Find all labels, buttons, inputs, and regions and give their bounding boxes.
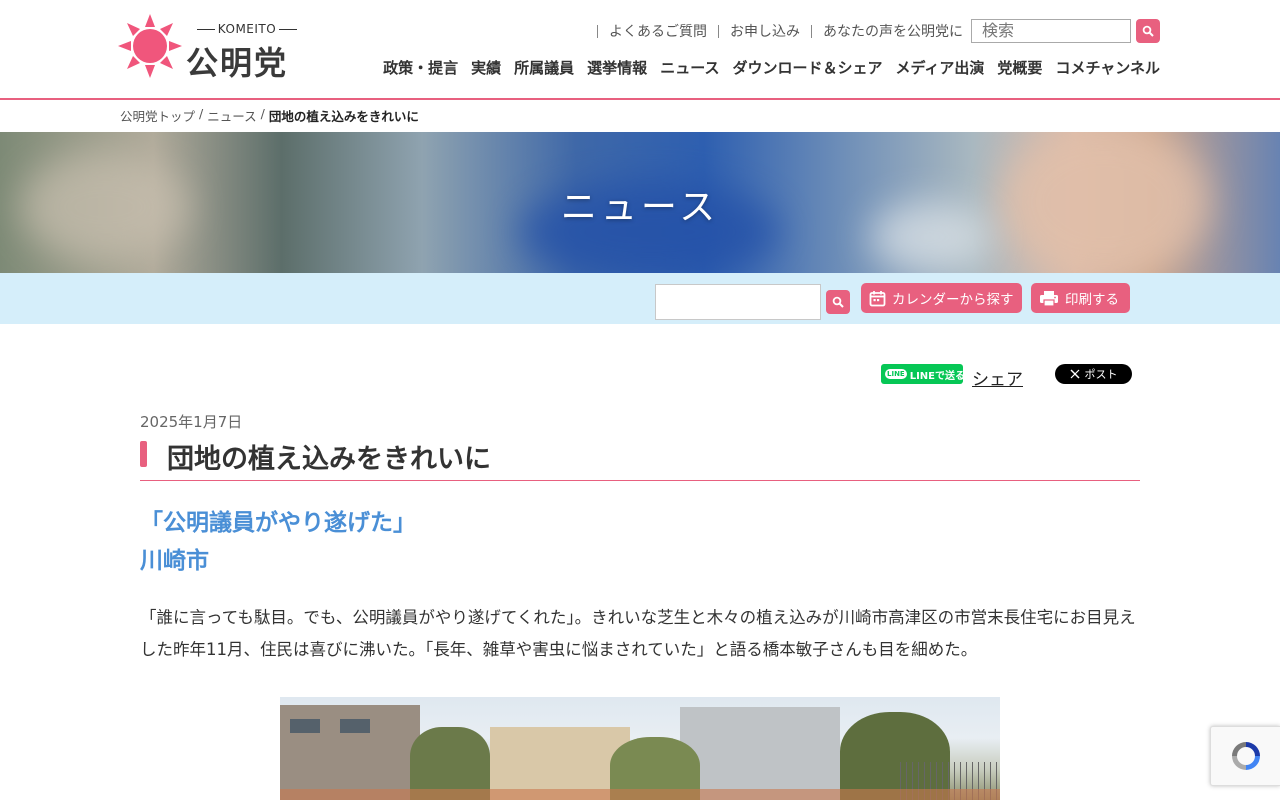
facebook-share-link[interactable]: シェア: [972, 365, 1023, 390]
line-share-button[interactable]: LINE LINEで送る: [881, 364, 966, 384]
calendar-search-button[interactable]: カレンダーから探す: [861, 283, 1022, 313]
news-search-button[interactable]: [826, 290, 850, 314]
calendar-icon: [869, 290, 886, 306]
main-nav: 政策・提言 実績 所属議員 選挙情報 ニュース ダウンロード＆シェア メディア出…: [383, 57, 1160, 78]
article-date: 2025年1月7日: [140, 413, 243, 431]
calendar-button-label: カレンダーから探す: [892, 292, 1014, 308]
print-button-label: 印刷する: [1065, 292, 1119, 308]
subheading-line-1: 「公明議員がやり遂げた」: [140, 510, 416, 536]
komeito-logo[interactable]: KOMEITO 公明党: [118, 12, 318, 82]
breadcrumb-home[interactable]: 公明党トップ: [120, 106, 195, 125]
title-accent-bar: [140, 441, 147, 467]
hero-title: ニュース: [560, 187, 720, 228]
line-share-label: LINEで送る: [909, 370, 966, 382]
x-post-button[interactable]: ポスト: [1055, 364, 1132, 384]
news-toolbar: カレンダーから探す 印刷する: [0, 273, 1280, 324]
photo-ground: [280, 789, 1000, 800]
divider: [811, 24, 812, 38]
nav-komechannel[interactable]: コメチャンネル: [1055, 57, 1160, 78]
line-icon: LINE: [885, 369, 907, 379]
divider: [718, 24, 719, 38]
x-logo-icon: [1069, 369, 1080, 379]
nav-media[interactable]: メディア出演: [895, 57, 984, 78]
article-paragraph: 「誰に言っても駄目。でも、公明議員がやり遂げてくれた」。きれいな芝生と木々の植え…: [140, 608, 1136, 659]
site-search-input[interactable]: 検索: [971, 19, 1131, 43]
subheading-line-2: 川崎市: [140, 548, 209, 574]
photo-building: [290, 719, 320, 733]
nav-elections[interactable]: 選挙情報: [587, 57, 647, 78]
recaptcha-badge[interactable]: [1210, 726, 1280, 786]
nav-achievements[interactable]: 実績: [471, 57, 501, 78]
breadcrumb-news[interactable]: ニュース: [207, 106, 256, 125]
apply-link[interactable]: お申し込み: [730, 21, 800, 41]
logo-name: 公明党: [186, 44, 289, 82]
nav-download-share[interactable]: ダウンロード＆シェア: [732, 57, 882, 78]
sun-logo-icon: [118, 14, 182, 78]
site-search-button[interactable]: [1136, 19, 1160, 43]
search-icon: [832, 296, 844, 308]
breadcrumb-separator: /: [199, 106, 204, 121]
divider: [597, 24, 598, 38]
nav-about[interactable]: 党概要: [997, 57, 1042, 78]
print-button[interactable]: 印刷する: [1031, 283, 1130, 313]
printer-icon: [1040, 290, 1058, 307]
x-post-label: ポスト: [1084, 368, 1118, 381]
article-subheading: 「公明議員がやり遂げた」 川崎市: [140, 504, 416, 580]
faq-link[interactable]: よくあるご質問: [609, 21, 707, 41]
breadcrumb-current: 団地の植え込みをきれいに: [268, 109, 419, 124]
nav-members[interactable]: 所属議員: [514, 57, 574, 78]
site-header: KOMEITO 公明党 よくあるご質問 お申し込み あなたの声を公明党に 検索 …: [0, 0, 1280, 100]
article-photo: [280, 697, 1000, 800]
logo-subtitle: KOMEITO: [188, 22, 306, 36]
breadcrumb: 公明党トップ / ニュース / 団地の植え込みをきれいに: [120, 106, 419, 125]
recaptcha-icon: [1231, 742, 1260, 770]
news-search-input[interactable]: [655, 284, 821, 320]
hero-banner: ニュース: [0, 132, 1280, 273]
nav-policy[interactable]: 政策・提言: [383, 57, 458, 78]
search-icon: [1142, 25, 1154, 37]
breadcrumb-separator: /: [260, 106, 265, 121]
voice-link[interactable]: あなたの声を公明党に: [823, 21, 963, 41]
photo-building: [680, 707, 840, 800]
article-title-block: 団地の植え込みをきれいに: [140, 436, 1140, 481]
photo-building: [340, 719, 370, 733]
article-title: 団地の植え込みをきれいに: [167, 444, 491, 475]
utility-nav: よくあるご質問 お申し込み あなたの声を公明党に: [586, 22, 986, 40]
nav-news[interactable]: ニュース: [660, 57, 719, 78]
